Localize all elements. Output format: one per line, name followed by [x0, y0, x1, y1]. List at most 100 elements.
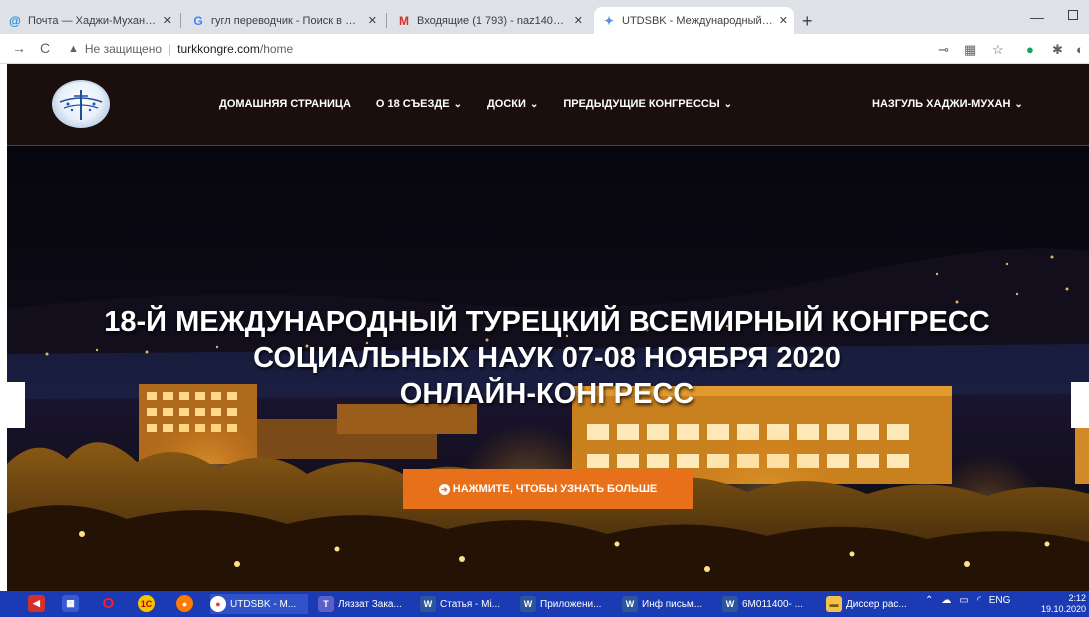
teams-icon: T [318, 596, 334, 612]
taskbar-item-word-3[interactable]: W Инф письм... [622, 594, 716, 614]
learn-more-label: НАЖМИТЕ, ЧТОБЫ УЗНАТЬ БОЛЬШЕ [452, 483, 658, 495]
tab-separator [180, 13, 181, 28]
google-icon: G [193, 13, 203, 28]
nav-home[interactable]: ДОМАШНЯЯ СТРАНИЦА [219, 98, 351, 110]
extension-icon[interactable]: ● [1026, 42, 1034, 57]
nav-about-congress[interactable]: О 18 СЪЕЗДЕ ⌄ [376, 98, 462, 110]
nav-label: ДОМАШНЯЯ СТРАНИЦА [219, 98, 351, 110]
gmail-icon: M [399, 13, 409, 28]
restore-window-icon[interactable] [1068, 10, 1078, 20]
chevron-up-icon[interactable]: ⌃ [925, 595, 933, 606]
browser-tab-strip: @ Почта — Хаджи-Мухан Назгул ✕ G гугл пе… [0, 0, 1089, 34]
chevron-down-icon: ⌄ [1014, 99, 1023, 110]
tab-title: гугл переводчик - Поиск в Goo [211, 14, 362, 27]
translate-icon[interactable]: ▦ [964, 42, 976, 58]
taskbar-item-word-1[interactable]: W Статья - Mi... [420, 594, 512, 614]
tab-google-search[interactable]: G гугл переводчик - Поиск в Goo ✕ [183, 7, 383, 34]
clock-date: 19.10.2020 [1040, 604, 1086, 614]
battery-icon[interactable]: ▭ [959, 595, 968, 606]
language-indicator[interactable]: ENG [989, 595, 1011, 606]
main-navigation: ДОМАШНЯЯ СТРАНИЦА О 18 СЪЕЗДЕ ⌄ ДОСКИ ⌄ ПР… [219, 98, 757, 110]
clock-time: 2:12 [1068, 593, 1086, 603]
taskbar-item-label: Инф письм... [642, 598, 703, 610]
taskbar-item-explorer[interactable]: ▬ Диссер рас... [826, 594, 918, 614]
chevron-down-icon: ⌄ [529, 99, 539, 110]
taskbar-item-label: 6M011400- ... [742, 598, 803, 610]
url-host: turkkongre.com [177, 42, 260, 56]
chevron-down-icon: ⌄ [723, 99, 733, 110]
cloud-icon[interactable]: ☁ [941, 595, 951, 606]
arrow-circle-icon: ➜ [438, 483, 450, 495]
chrome-icon: ● [210, 596, 226, 612]
reload-icon[interactable]: C [40, 40, 50, 56]
minimize-icon[interactable]: — [1030, 9, 1044, 25]
congress-logo[interactable] [52, 80, 110, 128]
system-tray: ⌃ ☁ ▭ ◜ ENG [925, 595, 1010, 606]
hero-title-line-3: ОНЛАЙН-КОНГРЕСС [399, 378, 695, 410]
logo-emblem-icon [59, 90, 103, 120]
taskbar-item-label: Приложени... [540, 598, 602, 610]
hero-title-line-1: 18-Й МЕЖДУНАРОДНЫЙ ТУРЕЦКИЙ ВСЕМИРНЫЙ КО… [104, 306, 990, 338]
hero-title: 18-Й МЕЖДУНАРОДНЫЙ ТУРЕЦКИЙ ВСЕМИРНЫЙ КО… [27, 304, 1067, 412]
close-icon[interactable]: ✕ [368, 14, 377, 27]
browser-toolbar: → C ▲ Не защищено | turkkongre.com /home… [0, 34, 1089, 64]
close-icon[interactable]: ✕ [779, 14, 788, 27]
user-menu[interactable]: НАЗГУЛЬ ХАДЖИ-МУХАН ⌄ [872, 98, 1023, 110]
nav-label: ПРЕДЫДУЩИЕ КОНГРЕССЫ [563, 98, 720, 110]
tab-mail[interactable]: @ Почта — Хаджи-Мухан Назгул ✕ [0, 7, 178, 34]
new-tab-icon[interactable]: + [802, 11, 813, 32]
app-red-icon[interactable]: ◀ [28, 595, 45, 612]
mail-ru-icon: @ [9, 13, 21, 28]
windows-taskbar: ◀ ▦ O 1C ● ● UTDSBK - М... T Ляззат Зака… [0, 591, 1089, 617]
tab-title: Входящие (1 793) - naz14071987 [417, 14, 568, 27]
slider-next-arrow[interactable] [1071, 382, 1089, 428]
slider-prev-arrow[interactable] [7, 382, 25, 428]
puzzle-icon[interactable]: ✱ [1052, 42, 1063, 58]
taskbar-item-chrome[interactable]: ● UTDSBK - М... [210, 594, 308, 614]
taskbar-clock[interactable]: 2:12 19.10.2020 [1040, 593, 1086, 615]
wifi-icon[interactable]: ◜ [977, 595, 981, 606]
1c-icon[interactable]: 1C [138, 595, 155, 612]
taskbar-item-word-2[interactable]: W Приложени... [520, 594, 614, 614]
word-icon: W [520, 596, 536, 612]
warning-triangle-icon: ▲ [68, 43, 79, 55]
user-name: НАЗГУЛЬ ХАДЖИ-МУХАН [872, 98, 1011, 110]
nav-previous-congresses[interactable]: ПРЕДЫДУЩИЕ КОНГРЕССЫ ⌄ [563, 98, 732, 110]
tab-title: UTDSBK - Международный конг [622, 14, 773, 27]
word-icon: W [722, 596, 738, 612]
hero-title-line-2: СОЦИАЛЬНЫХ НАУК 07-08 НОЯБРЯ 2020 [253, 342, 841, 374]
word-icon: W [420, 596, 436, 612]
taskbar-item-label: UTDSBK - М... [230, 598, 297, 610]
star-icon[interactable]: ☆ [992, 42, 1004, 58]
taskbar-item-teams[interactable]: T Ляззат Зака... [318, 594, 410, 614]
address-separator: | [168, 42, 172, 56]
taskbar-item-label: Статья - Mi... [440, 598, 501, 610]
folder-icon: ▬ [826, 596, 842, 612]
taskbar-item-word-4[interactable]: W 6M011400- ... [722, 594, 816, 614]
tab-utdsbk[interactable]: ✦ UTDSBK - Международный конг ✕ [594, 7, 794, 34]
profile-avatar-icon[interactable]: ◐ [1076, 42, 1084, 57]
url-path: /home [259, 42, 294, 56]
web-page: ДОМАШНЯЯ СТРАНИЦА О 18 СЪЕЗДЕ ⌄ ДОСКИ ⌄ ПР… [7, 64, 1089, 591]
site-icon: ✦ [603, 13, 615, 28]
close-icon[interactable]: ✕ [163, 14, 172, 27]
site-header: ДОМАШНЯЯ СТРАНИЦА О 18 СЪЕЗДЕ ⌄ ДОСКИ ⌄ ПР… [7, 64, 1089, 146]
tab-title: Почта — Хаджи-Мухан Назгул [28, 14, 157, 27]
opera-icon[interactable]: O [100, 595, 117, 612]
nav-label: ДОСКИ [486, 98, 526, 110]
back-arrow-icon[interactable]: → [12, 40, 26, 56]
tab-gmail[interactable]: M Входящие (1 793) - naz14071987 ✕ [389, 7, 589, 34]
key-icon[interactable]: ⊸ [938, 42, 949, 58]
taskbar-item-label: Ляззат Зака... [338, 598, 402, 610]
address-bar[interactable]: ▲ Не защищено | turkkongre.com /home [68, 38, 928, 60]
tab-separator [386, 13, 387, 28]
taskbar-item-label: Диссер рас... [846, 598, 907, 610]
security-status: Не защищено [84, 42, 163, 56]
learn-more-button[interactable]: ➜ НАЖМИТЕ, ЧТОБЫ УЗНАТЬ БОЛЬШЕ [403, 469, 693, 509]
nav-boards[interactable]: ДОСКИ ⌄ [487, 98, 538, 110]
chevron-down-icon: ⌄ [453, 99, 462, 110]
firefox-icon[interactable]: ● [176, 595, 193, 612]
word-icon: W [622, 596, 638, 612]
calculator-icon[interactable]: ▦ [62, 595, 79, 612]
close-icon[interactable]: ✕ [574, 14, 583, 27]
